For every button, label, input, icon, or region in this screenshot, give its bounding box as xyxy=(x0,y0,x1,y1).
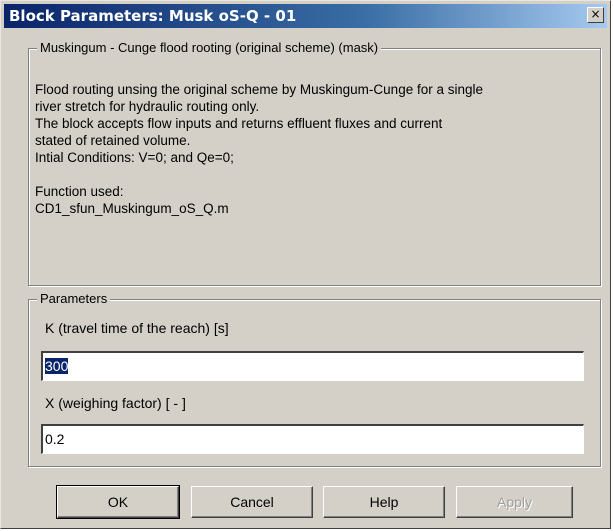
description-line: The block accepts flow inputs and return… xyxy=(35,116,443,131)
help-button[interactable]: Help xyxy=(323,486,445,518)
description-line: stated of retained volume. xyxy=(35,133,191,148)
title-bar[interactable]: Block Parameters: Musk oS-Q - 01 × xyxy=(4,4,607,28)
close-button[interactable]: × xyxy=(587,7,604,23)
description-line: Function used: xyxy=(35,184,124,199)
parameters-legend: Parameters xyxy=(37,291,111,306)
x-value: 0.2 xyxy=(45,431,65,447)
description-line: river stretch for hydraulic routing only… xyxy=(35,99,260,114)
description-line: CD1_sfun_Muskingum_oS_Q.m xyxy=(35,201,229,216)
x-input[interactable]: 0.2 xyxy=(41,424,584,454)
description-group: Muskingum - Cunge flood rooting (origina… xyxy=(28,40,601,286)
window-title: Block Parameters: Musk oS-Q - 01 xyxy=(9,7,297,25)
description-text: Flood routing unsing the original scheme… xyxy=(35,81,596,217)
apply-button[interactable]: Apply xyxy=(456,486,573,518)
k-label: K (travel time of the reach) [s] xyxy=(45,320,229,336)
parameters-group: Parameters K (travel time of the reach) … xyxy=(28,291,601,467)
description-line: Flood routing unsing the original scheme… xyxy=(35,82,483,97)
k-input[interactable]: 300 xyxy=(41,351,584,381)
k-value: 300 xyxy=(45,358,69,374)
ok-button[interactable]: OK xyxy=(56,485,180,519)
description-line xyxy=(35,166,596,183)
close-icon: × xyxy=(590,7,601,21)
block-parameters-dialog: Block Parameters: Musk oS-Q - 01 × Muski… xyxy=(0,0,611,529)
cancel-button[interactable]: Cancel xyxy=(191,486,313,518)
description-legend: Muskingum - Cunge flood rooting (origina… xyxy=(37,40,382,55)
x-label: X (weighing factor) [ - ] xyxy=(45,395,186,411)
description-line: Intial Conditions: V=0; and Qe=0; xyxy=(35,150,234,165)
